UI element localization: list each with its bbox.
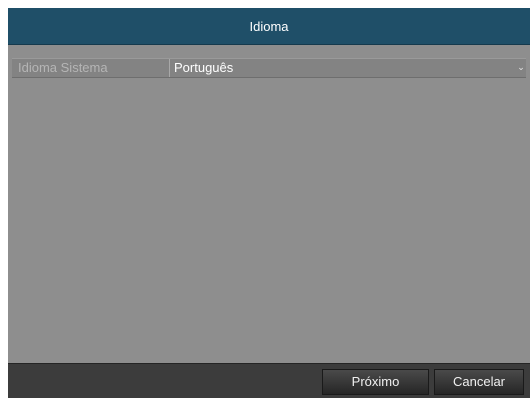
dialog-title: Idioma xyxy=(249,18,289,34)
chevron-down-icon[interactable]: ⌄ xyxy=(516,61,526,73)
system-language-row: Idioma Sistema Português ⌄ xyxy=(12,58,526,78)
settings-panel: Idioma Sistema Português ⌄ xyxy=(8,45,530,363)
system-language-select[interactable]: Português ⌄ xyxy=(169,59,526,77)
title-bar: Idioma xyxy=(8,8,530,45)
next-button[interactable]: Próximo xyxy=(322,369,429,395)
dialog-footer: Próximo Cancelar xyxy=(8,363,530,398)
system-language-value: Português xyxy=(174,60,234,75)
cancel-button[interactable]: Cancelar xyxy=(434,369,524,395)
system-language-label: Idioma Sistema xyxy=(18,60,108,75)
language-dialog: Idioma Idioma Sistema Português ⌄ Próxim… xyxy=(8,8,530,398)
